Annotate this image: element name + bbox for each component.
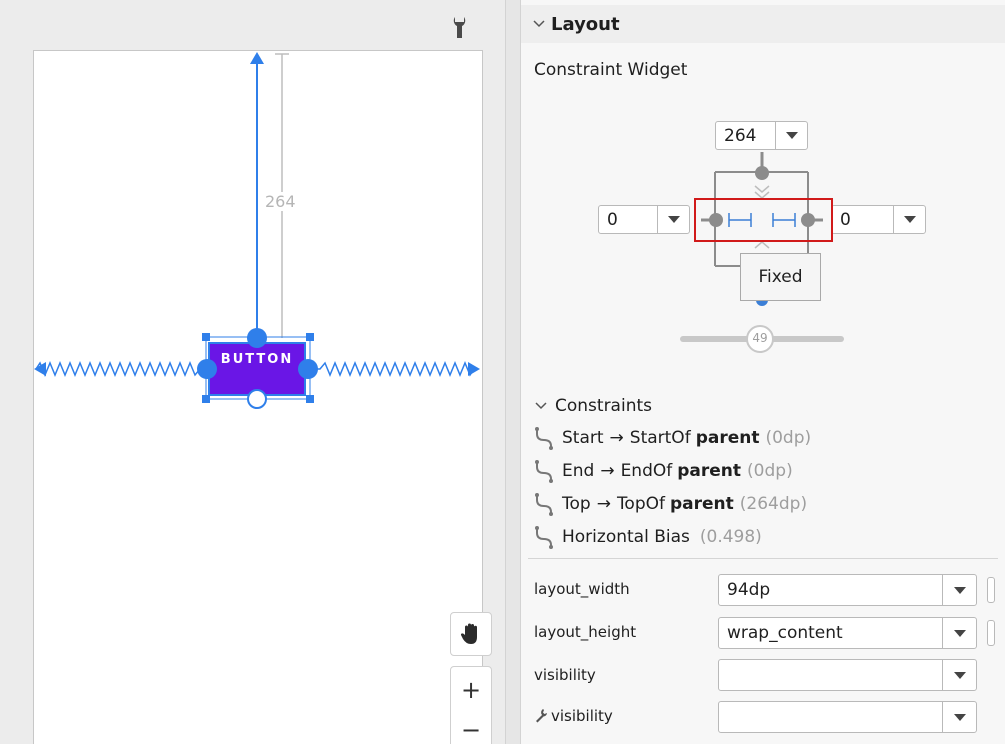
- layout-width-value: 94dp: [727, 580, 771, 600]
- visibility-select[interactable]: [718, 659, 977, 691]
- constraint-arrow: →: [600, 461, 615, 481]
- tools-visibility-label: visibility: [551, 707, 613, 725]
- fixed-tooltip: Fixed: [740, 253, 821, 301]
- bias-slider-value[interactable]: 49: [750, 331, 770, 345]
- zoom-out-icon: −: [460, 716, 482, 744]
- attributes-divider: [528, 558, 998, 559]
- constraint-target: TopOf: [616, 494, 665, 514]
- constraint-arrow: →: [609, 428, 624, 448]
- layout-height-extra-button[interactable]: [987, 620, 995, 646]
- pan-tool-button[interactable]: [450, 612, 492, 656]
- right-constraint-spring: [310, 361, 475, 377]
- attr-label-layout-height: layout_height: [534, 623, 637, 641]
- constraint-value: (0.498): [699, 527, 762, 547]
- dropdown-arrow-icon: [903, 216, 916, 223]
- visibility-dropdown-arrow[interactable]: [942, 660, 976, 690]
- resize-handle-top-right: [306, 333, 314, 341]
- top-constraint-arrowhead: [250, 52, 264, 64]
- constraint-anchor: Horizontal Bias: [562, 527, 690, 547]
- layout-width-dropdown-arrow[interactable]: [942, 575, 976, 605]
- dropdown-arrow-icon: [953, 586, 966, 594]
- resize-handle-bottom-left: [202, 395, 210, 403]
- zoom-in-icon: +: [460, 676, 482, 704]
- layout-height-value: wrap_content: [727, 623, 843, 643]
- constraint-icon: [535, 427, 553, 450]
- dropdown-arrow-icon: [667, 216, 680, 223]
- panel-splitter[interactable]: [505, 0, 521, 744]
- layout-height-dropdown-arrow[interactable]: [942, 618, 976, 648]
- top-margin-value: 264: [724, 126, 757, 146]
- constraint-value: (0dp): [747, 461, 793, 481]
- selected-button-widget[interactable]: BUTTON: [208, 342, 306, 396]
- fixed-width-highlight[interactable]: [694, 198, 833, 242]
- constraint-parent: parent: [677, 461, 742, 481]
- constraint-icon: [535, 493, 553, 516]
- start-margin-dropdown[interactable]: 0: [598, 205, 690, 234]
- constraints-title: Constraints: [555, 396, 652, 416]
- zoom-in-button[interactable]: +: [451, 671, 491, 709]
- constraint-parent: parent: [695, 428, 760, 448]
- constraint-anchor: Top: [562, 494, 591, 514]
- tools-visibility-dropdown-arrow[interactable]: [942, 702, 976, 732]
- top-margin-dropdown-arrow[interactable]: [775, 122, 807, 149]
- constraint-arrow: →: [596, 494, 611, 514]
- constraint-anchor: End: [562, 461, 595, 481]
- constraint-inspector: [680, 152, 844, 353]
- constraint-parent: parent: [670, 494, 734, 514]
- top-margin-dropdown[interactable]: 264: [715, 121, 808, 150]
- constraint-icon: [535, 460, 553, 483]
- widget-label: BUTTON: [220, 352, 294, 367]
- inspector-top-anchor: [755, 166, 769, 180]
- attr-label-visibility: visibility: [534, 666, 596, 684]
- zoom-controls: + −: [450, 666, 492, 744]
- constraints-section-header[interactable]: Constraints: [535, 396, 652, 416]
- start-margin-dropdown-arrow[interactable]: [657, 206, 689, 233]
- layout-width-select[interactable]: 94dp: [718, 574, 977, 606]
- zoom-out-button[interactable]: −: [451, 711, 491, 744]
- constraint-value: (0dp): [765, 428, 812, 448]
- end-margin-dropdown-arrow[interactable]: [893, 206, 925, 233]
- end-margin-value: 0: [840, 210, 851, 230]
- resize-handle-bottom-right: [306, 395, 314, 403]
- constraint-target: StartOf: [629, 428, 691, 448]
- layout-height-select[interactable]: wrap_content: [718, 617, 977, 649]
- constraint-anchor: Start: [562, 428, 604, 448]
- constraint-row-end[interactable]: End → EndOf parent (0dp): [534, 457, 793, 485]
- right-constraint-arrowhead: [468, 362, 480, 376]
- dropdown-arrow-icon: [785, 132, 798, 139]
- resize-handle-top-left: [202, 333, 210, 341]
- chevron-down-icon: [535, 399, 547, 413]
- wrench-icon: [536, 709, 547, 723]
- constraint-row-horizontal-bias[interactable]: Horizontal Bias (0.498): [534, 523, 762, 551]
- design-canvas[interactable]: BUTTON 264 + −: [0, 0, 505, 744]
- dropdown-arrow-icon: [953, 671, 966, 679]
- end-margin-dropdown[interactable]: 0: [831, 205, 926, 234]
- dropdown-arrow-icon: [953, 713, 966, 721]
- layout-width-extra-button[interactable]: [987, 577, 995, 603]
- hand-icon: [460, 623, 477, 644]
- constraint-row-top[interactable]: Top → TopOf parent (264dp): [534, 490, 807, 518]
- attr-label-tools-visibility: visibility: [534, 707, 613, 725]
- constraint-row-start[interactable]: Start → StartOf parent (0dp): [534, 424, 811, 452]
- attributes-panel: Layout Constraint Widget 49 264 0 0 Fixe…: [521, 0, 1005, 744]
- constraint-value: (264dp): [739, 494, 808, 514]
- tools-visibility-select[interactable]: [718, 701, 977, 733]
- attr-label-layout-width: layout_width: [534, 580, 630, 598]
- start-margin-value: 0: [607, 210, 618, 230]
- constraint-target: EndOf: [620, 461, 673, 481]
- left-constraint-spring: [35, 361, 204, 377]
- top-margin-label[interactable]: 264: [265, 192, 296, 211]
- wrench-icon[interactable]: [449, 14, 471, 40]
- dropdown-arrow-icon: [953, 629, 966, 637]
- constraint-icon: [535, 526, 553, 549]
